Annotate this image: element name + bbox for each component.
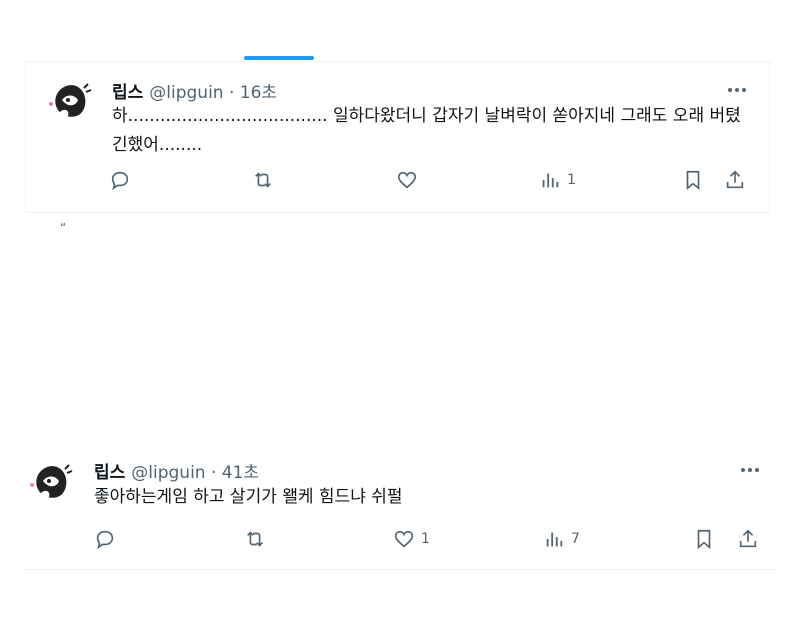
views-count: 1 xyxy=(567,172,576,188)
retweet-button[interactable] xyxy=(244,525,266,553)
share-icon xyxy=(726,170,744,189)
bookmark-button[interactable] xyxy=(693,525,715,553)
retweet-icon xyxy=(255,172,271,188)
avatar[interactable] xyxy=(46,76,94,124)
views-button[interactable]: 7 xyxy=(543,525,580,553)
share-button[interactable] xyxy=(737,525,759,553)
tweet-text: 하..................................... 일… xyxy=(112,106,741,155)
partial-text-fragment: “ xyxy=(60,221,67,235)
tweet-header: 립스 @lipguin · 16초 xyxy=(112,78,277,103)
reply-icon xyxy=(111,171,129,191)
tweet-header: 립스 @lipguin · 41초 xyxy=(94,458,259,483)
more-icon[interactable] xyxy=(738,458,762,482)
handle-time[interactable]: @lipguin · 16초 xyxy=(149,78,277,103)
reply-button[interactable] xyxy=(94,525,116,553)
avatar[interactable] xyxy=(27,457,75,505)
tweet-actions: 1 7 xyxy=(94,525,774,553)
like-button[interactable]: 1 xyxy=(393,525,430,553)
share-icon xyxy=(739,529,757,548)
likes-count: 1 xyxy=(421,531,430,547)
tab-active-indicator xyxy=(244,56,314,60)
heart-icon xyxy=(397,171,417,189)
views-button[interactable]: 1 xyxy=(539,166,576,194)
views-icon xyxy=(542,173,559,188)
share-button[interactable] xyxy=(724,166,746,194)
bookmark-icon xyxy=(697,529,711,550)
bookmark-icon xyxy=(686,170,700,191)
heart-icon xyxy=(394,530,414,548)
views-icon xyxy=(546,532,563,547)
like-button[interactable] xyxy=(396,166,418,194)
views-count: 7 xyxy=(571,531,580,547)
display-name[interactable]: 립스 xyxy=(94,458,125,483)
retweet-icon xyxy=(247,531,263,547)
tweet-actions: 1 xyxy=(109,166,749,194)
reply-icon xyxy=(96,530,114,550)
retweet-button[interactable] xyxy=(252,166,274,194)
tweet-text: 좋아하는게임 하고 살기가 왤케 힘드냐 쉬펄 xyxy=(94,487,403,507)
display-name[interactable]: 립스 xyxy=(112,78,143,103)
more-icon[interactable] xyxy=(725,78,749,102)
handle-time[interactable]: @lipguin · 41초 xyxy=(131,458,259,483)
reply-button[interactable] xyxy=(109,166,131,194)
bookmark-button[interactable] xyxy=(682,166,704,194)
